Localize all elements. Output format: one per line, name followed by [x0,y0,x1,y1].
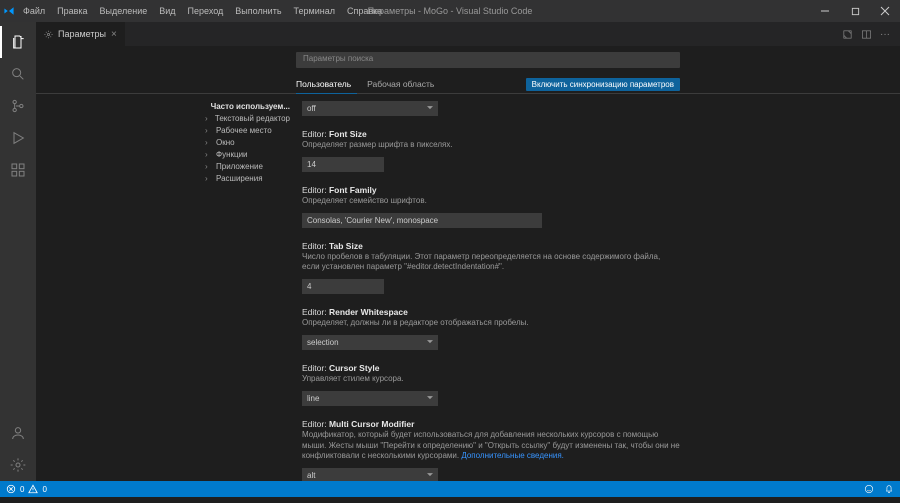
close-icon[interactable]: × [111,29,117,40]
maximize-button[interactable] [840,0,870,22]
scope-user[interactable]: Пользователь [296,76,357,94]
status-bar: 0 0 [0,481,900,497]
status-bell-icon[interactable] [884,484,894,494]
menu-go[interactable]: Переход [183,4,229,18]
toc-application[interactable]: ›Приложение [205,160,290,172]
menu-view[interactable]: Вид [154,4,180,18]
settings-toc: Часто используем... ›Текстовый редактор … [201,94,296,481]
minimize-button[interactable] [810,0,840,22]
font-family-input[interactable] [302,213,542,228]
font-size-input[interactable] [302,157,384,172]
settings-search-input[interactable]: Параметры поиска [296,52,680,68]
menu-terminal[interactable]: Терминал [289,4,340,18]
menu-edit[interactable]: Правка [52,4,92,18]
chevron-right-icon: › [205,138,213,147]
multi-cursor-learn-more-link[interactable]: Дополнительные сведения. [461,451,564,460]
chevron-right-icon: › [205,162,213,171]
status-feedback-icon[interactable] [864,484,874,494]
chevron-right-icon: › [205,150,213,159]
chevron-right-icon: › [205,114,212,123]
setting-render-whitespace: Editor: Render Whitespace Определяет, до… [302,307,680,350]
setting-tab-size: Editor: Tab Size Число пробелов в табуля… [302,241,680,295]
chevron-right-icon: › [205,174,213,183]
tab-bar: Параметры × ··· [36,22,900,46]
toc-window[interactable]: ›Окно [205,136,290,148]
activity-settings-icon[interactable] [0,449,36,481]
setting-font-size: Editor: Font Size Определяет размер шриф… [302,129,680,172]
activity-extensions-icon[interactable] [0,154,36,186]
activity-debug-icon[interactable] [0,122,36,154]
chevron-right-icon: › [205,126,213,135]
menubar: Файл Правка Выделение Вид Переход Выполн… [18,4,387,18]
status-problems[interactable]: 0 0 [6,484,47,494]
titlebar: Файл Правка Выделение Вид Переход Выполн… [0,0,900,22]
multi-cursor-select[interactable]: alt [302,468,438,481]
open-settings-json-icon[interactable] [842,29,853,40]
toc-extensions[interactable]: ›Расширения [205,172,290,184]
activity-explorer-icon[interactable] [0,26,36,58]
activity-account-icon[interactable] [0,417,36,449]
menu-selection[interactable]: Выделение [95,4,153,18]
toc-features[interactable]: ›Функции [205,148,290,160]
setting-cursor-style: Editor: Cursor Style Управляет стилем ку… [302,363,680,406]
setting-font-family: Editor: Font Family Определяет семейство… [302,185,680,228]
activity-search-icon[interactable] [0,58,36,90]
activity-bar [0,22,36,481]
cursor-style-select[interactable]: line [302,391,438,406]
menu-run[interactable]: Выполнить [230,4,286,18]
render-whitespace-select[interactable]: selection [302,335,438,350]
activity-scm-icon[interactable] [0,90,36,122]
tab-label: Параметры [58,29,106,39]
tab-size-input[interactable] [302,279,384,294]
menu-file[interactable]: Файл [18,4,50,18]
settings-list[interactable]: off Editor: Font Size Определяет размер … [296,94,900,481]
tab-settings[interactable]: Параметры × [36,22,125,46]
gear-icon [44,30,53,39]
vscode-logo-icon [0,6,18,16]
window-title: Параметры - MoGo - Visual Studio Code [368,6,533,16]
split-editor-icon[interactable] [861,29,872,40]
more-icon[interactable]: ··· [880,29,890,40]
toc-text-editor[interactable]: ›Текстовый редактор [205,112,290,124]
editor-area: Параметры × ··· Параметры поиска Пользов… [36,22,900,481]
close-button[interactable] [870,0,900,22]
toc-frequently-used[interactable]: Часто используем... [205,100,290,112]
setting-multi-cursor-modifier: Editor: Multi Cursor Modifier Модификато… [302,419,680,481]
setting-top-select[interactable]: off [302,101,438,116]
enable-sync-button[interactable]: Включить синхронизацию параметров [526,78,680,91]
toc-workbench[interactable]: ›Рабочее место [205,124,290,136]
scope-workspace[interactable]: Рабочая область [367,76,440,93]
